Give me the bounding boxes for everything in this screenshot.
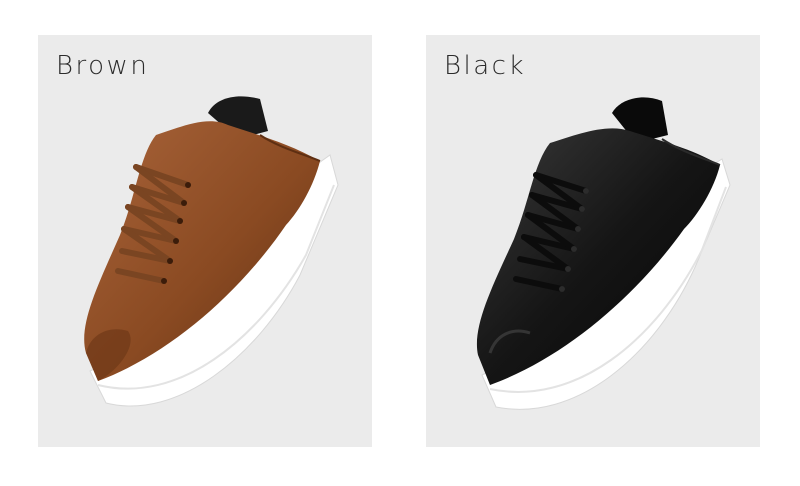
variant-card-black[interactable]: Black xyxy=(426,35,760,447)
variant-card-brown[interactable]: Brown xyxy=(38,35,372,447)
black-sneaker-image xyxy=(476,97,731,410)
brown-sneaker-image xyxy=(84,96,339,407)
